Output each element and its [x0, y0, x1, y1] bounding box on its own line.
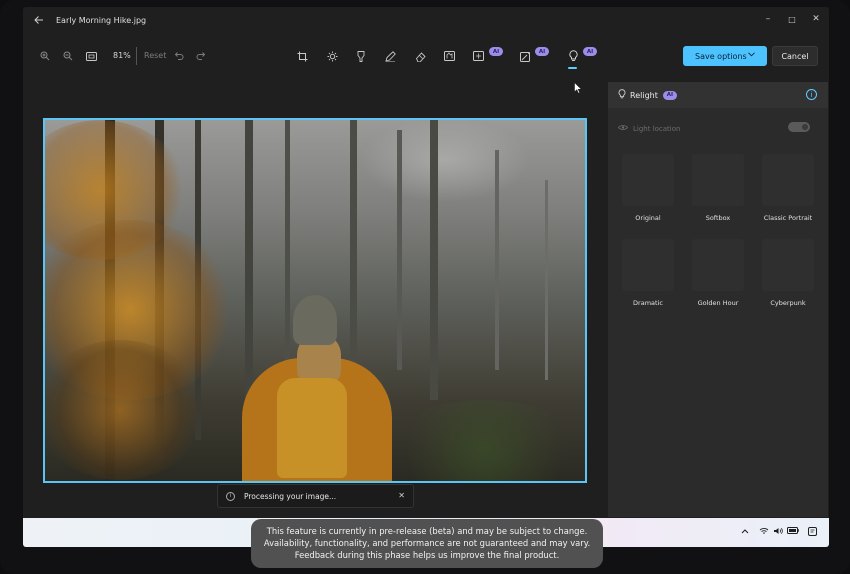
preset-thumbnail	[762, 154, 814, 206]
light-location-label: Light location	[633, 124, 681, 133]
light-location-row: Light location	[618, 124, 680, 133]
preset-label: Softbox	[705, 214, 731, 222]
save-options-button[interactable]: Save options	[683, 46, 767, 66]
filter-icon[interactable]	[354, 49, 368, 63]
chevron-down-icon	[748, 50, 755, 59]
panel-header: Relight AI i	[608, 82, 828, 108]
reset-button[interactable]: Reset	[144, 51, 166, 60]
info-icon[interactable]: i	[806, 89, 817, 100]
maximize-button[interactable]: □	[780, 7, 804, 31]
fit-to-window-icon[interactable]	[84, 49, 98, 63]
minimize-button[interactable]: –	[756, 7, 780, 31]
preset-label: Dramatic	[633, 299, 663, 307]
disclaimer-line: Availability, functionality, and perform…	[263, 538, 591, 548]
close-icon[interactable]: ✕	[398, 491, 405, 500]
preset-original[interactable]: Original	[619, 154, 677, 222]
generative-erase-icon[interactable]	[471, 49, 485, 63]
battery-icon[interactable]	[787, 527, 799, 536]
background-icon[interactable]	[442, 49, 456, 63]
window-title: Early Morning Hike.jpg	[56, 15, 147, 25]
mouse-cursor-icon	[574, 82, 582, 94]
hiker-hat	[293, 295, 337, 345]
preset-label: Cyberpunk	[770, 299, 806, 307]
back-arrow-icon[interactable]	[26, 7, 52, 33]
notification-icon[interactable]	[808, 527, 817, 538]
ai-badge: AI	[489, 47, 503, 56]
hiker-backpack	[277, 378, 347, 478]
relight-panel: Relight AI i Light location Original Sof…	[608, 82, 828, 517]
preset-golden-hour[interactable]: Golden Hour	[689, 239, 747, 307]
cancel-button[interactable]: Cancel	[772, 46, 818, 66]
toolbar-divider	[136, 47, 137, 65]
crop-icon[interactable]	[295, 49, 309, 63]
toast-message: Processing your image...	[244, 491, 337, 501]
preset-thumbnail	[762, 239, 814, 291]
preset-dramatic[interactable]: Dramatic	[619, 239, 677, 307]
zoom-in-icon[interactable]	[38, 49, 52, 63]
redo-icon[interactable]	[194, 49, 208, 63]
save-options-label: Save options	[695, 51, 747, 61]
volume-icon[interactable]	[773, 527, 783, 537]
device-frame: Early Morning Hike.jpg – □ ✕ 81% Reset A…	[0, 0, 850, 574]
image-canvas[interactable]	[43, 118, 587, 483]
preset-thumbnail	[692, 154, 744, 206]
light-location-toggle[interactable]	[788, 122, 810, 132]
app-window: Early Morning Hike.jpg – □ ✕ 81% Reset A…	[23, 7, 829, 547]
panel-title: Relight	[630, 90, 658, 100]
photo-forest-hiker	[45, 120, 585, 481]
generative-fill-icon[interactable]	[518, 49, 532, 63]
close-button[interactable]: ✕	[804, 7, 828, 31]
chevron-up-icon[interactable]	[741, 527, 749, 536]
processing-toast: i Processing your image... ✕	[217, 484, 414, 508]
undo-icon[interactable]	[172, 49, 186, 63]
preset-thumbnail	[692, 239, 744, 291]
zoom-out-icon[interactable]	[61, 49, 75, 63]
preset-classic-portrait[interactable]: Classic Portrait	[759, 154, 817, 222]
preset-thumbnail	[622, 154, 674, 206]
preset-label: Golden Hour	[697, 299, 739, 307]
preset-softbox[interactable]: Softbox	[689, 154, 747, 222]
ai-badge: AI	[535, 47, 549, 56]
ai-badge: AI	[662, 90, 677, 100]
eraser-icon[interactable]	[413, 49, 427, 63]
beta-disclaimer: This feature is currently in pre-release…	[251, 519, 603, 568]
title-bar: Early Morning Hike.jpg – □ ✕	[23, 7, 829, 33]
brightness-icon[interactable]	[325, 49, 339, 63]
preset-label: Classic Portrait	[763, 214, 813, 222]
toolbar: 81% Reset AI AI AI Save options Cancel	[23, 41, 829, 71]
disclaimer-line: Feedback during this phase helps us impr…	[294, 550, 560, 560]
info-icon: i	[226, 491, 235, 501]
zoom-level[interactable]: 81%	[113, 51, 131, 60]
pen-icon[interactable]	[383, 49, 397, 63]
active-tool-indicator	[568, 67, 577, 69]
lightbulb-icon[interactable]	[566, 49, 580, 63]
lightbulb-icon	[618, 88, 626, 102]
ai-badge: AI	[583, 47, 597, 56]
eye-icon	[618, 124, 628, 133]
preset-thumbnail	[622, 239, 674, 291]
preset-cyberpunk[interactable]: Cyberpunk	[759, 239, 817, 307]
disclaimer-line: This feature is currently in pre-release…	[266, 526, 588, 536]
wifi-icon[interactable]	[759, 527, 769, 537]
preset-label: Original	[635, 214, 661, 222]
